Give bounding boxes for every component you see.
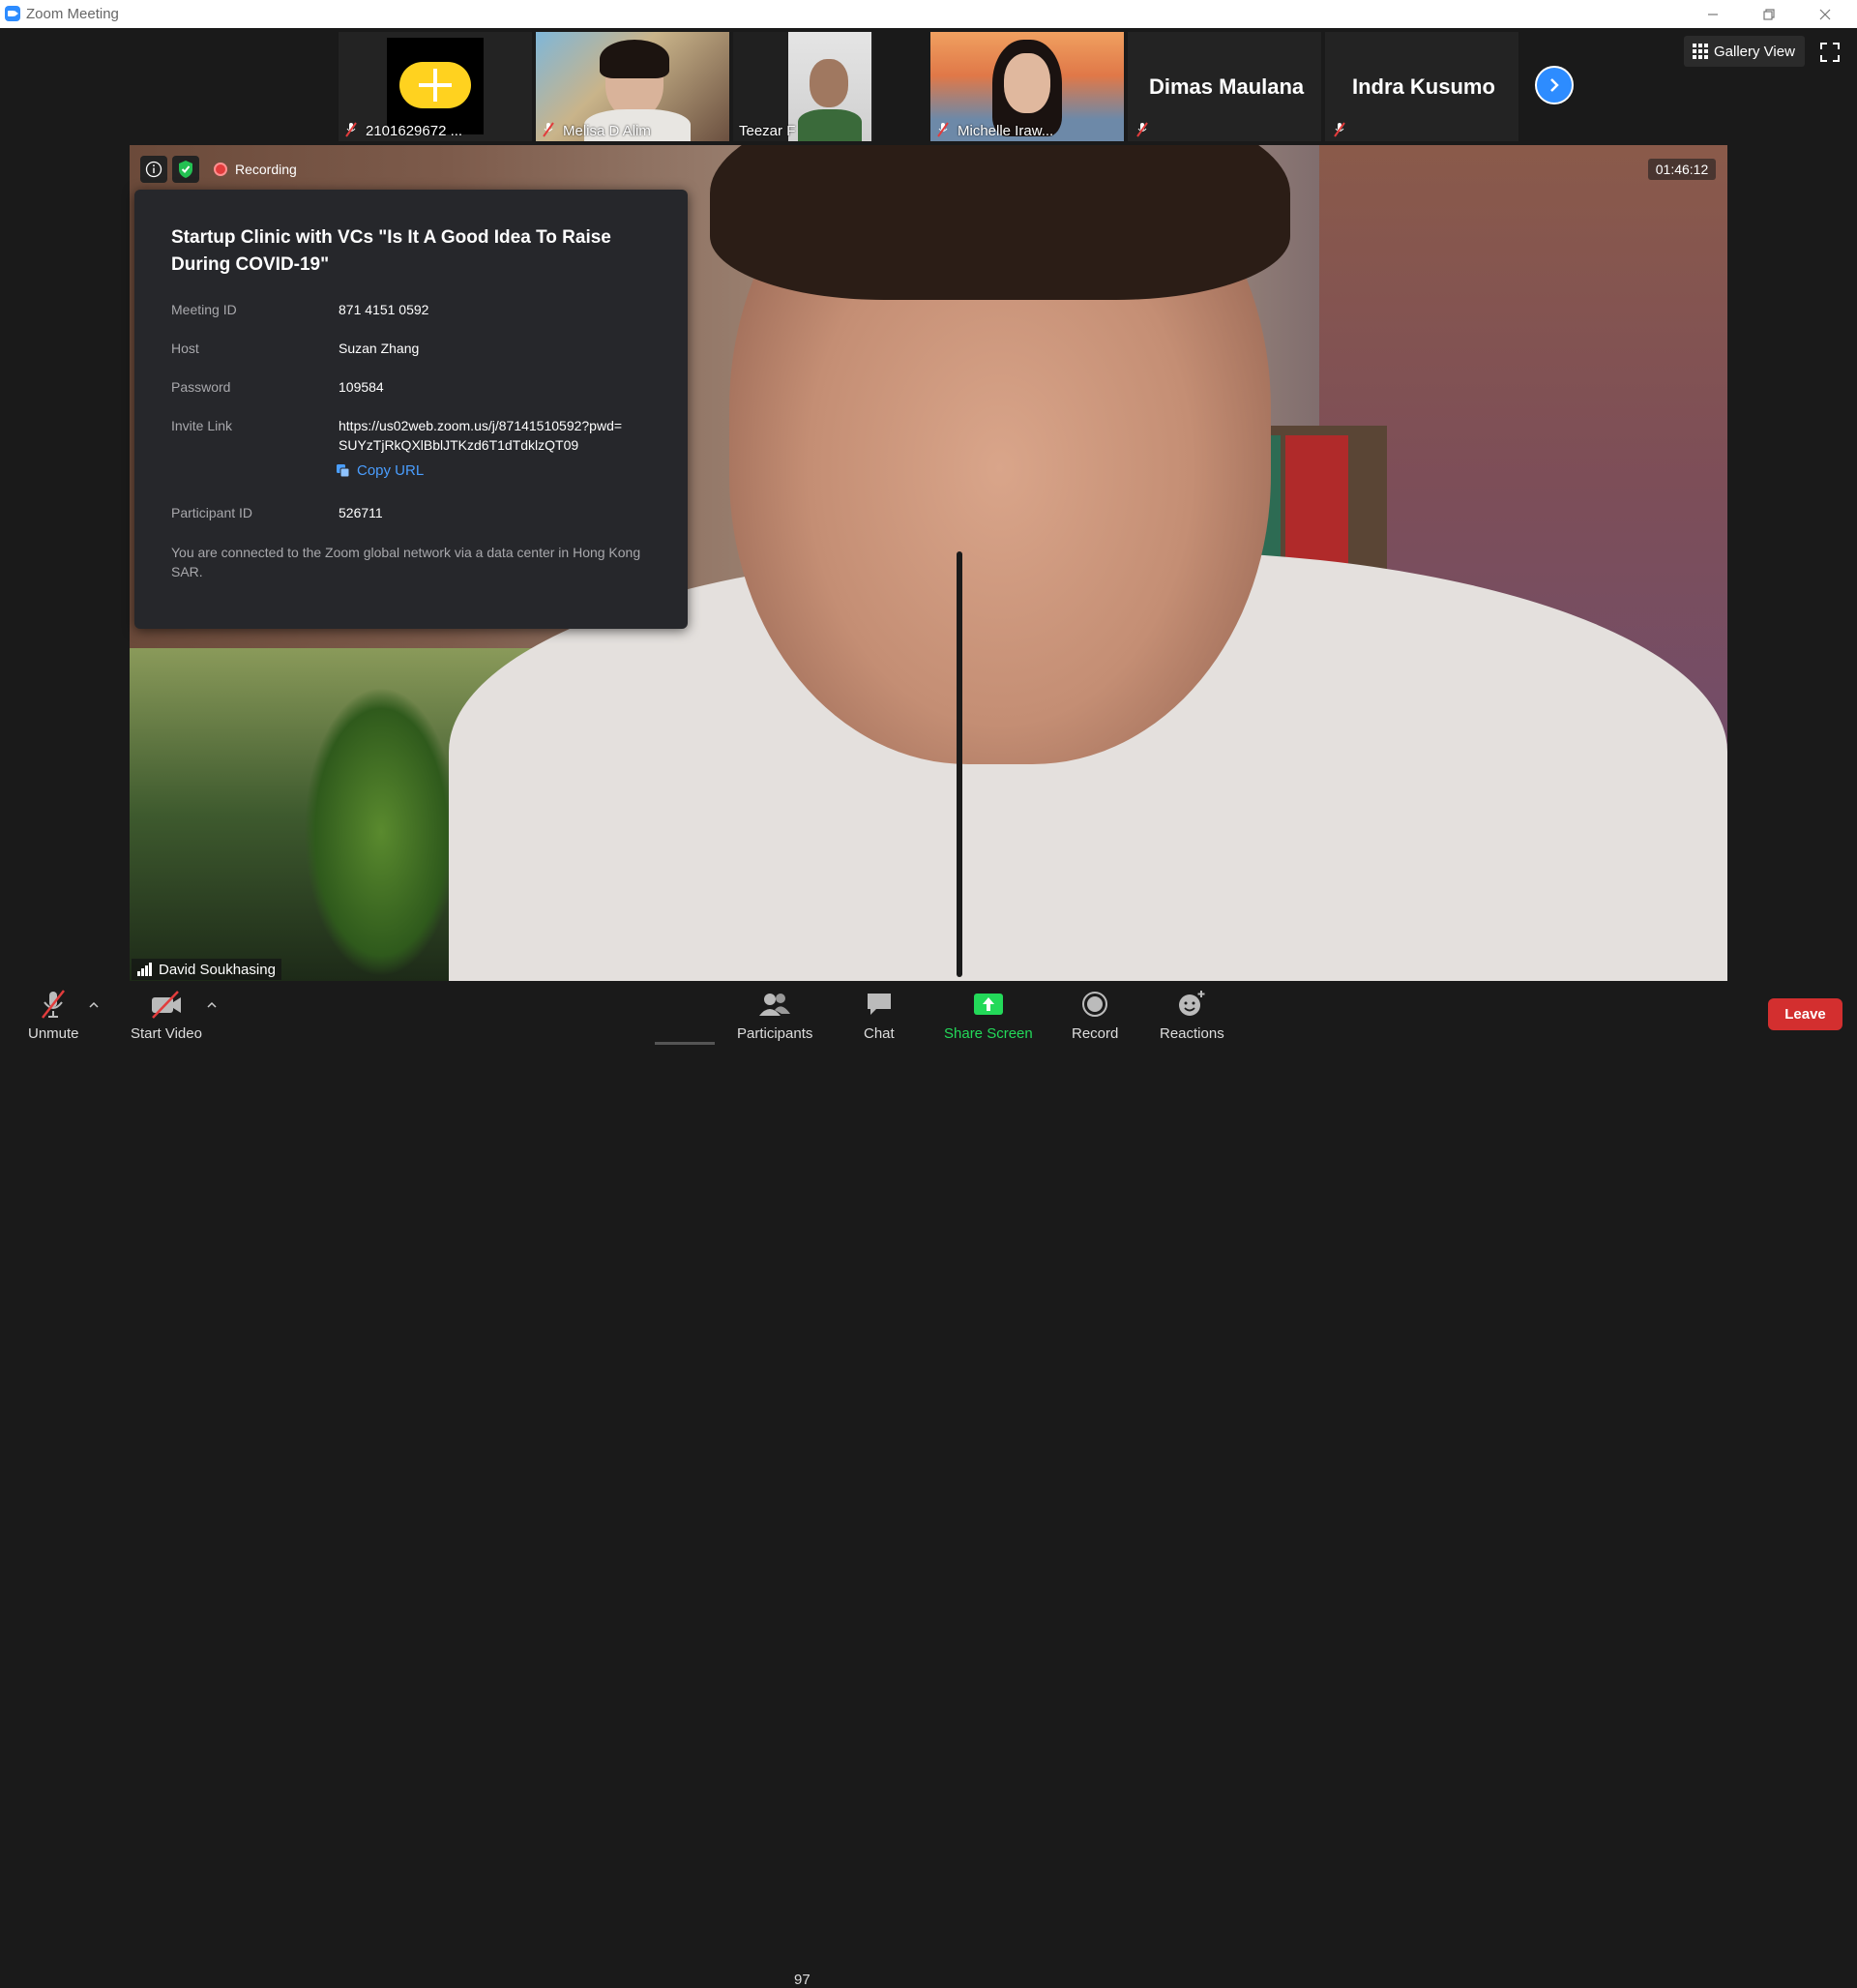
share-screen-button[interactable]: Share Screen	[944, 989, 1033, 1042]
unmute-button[interactable]: Unmute	[28, 989, 79, 1042]
participant-id-label: Participant ID	[171, 505, 253, 520]
participant-tile[interactable]: Melisa D Alim	[536, 32, 729, 141]
meeting-id-value: 871 4151 0592	[339, 302, 429, 317]
active-speaker-name: David Soukhasing	[159, 961, 276, 978]
invite-link-line1: https://us02web.zoom.us/j/87141510592?pw…	[339, 418, 623, 433]
participant-name: 2101629672 ...	[366, 123, 463, 139]
share-screen-icon	[973, 994, 1003, 1015]
participants-label: Participants	[737, 1025, 813, 1042]
mic-muted-icon	[345, 122, 357, 137]
chevron-up-icon[interactable]	[206, 1000, 218, 1010]
participant-tile[interactable]: 2101629672 ...	[339, 32, 532, 141]
participant-name: Teezar F	[739, 123, 796, 139]
chevron-up-icon[interactable]	[88, 1000, 100, 1010]
participant-id-value: 526711	[339, 505, 383, 520]
chevron-right-icon	[1550, 78, 1559, 92]
meeting-info-panel: Startup Clinic with VCs "Is It A Good Id…	[134, 190, 688, 629]
copy-url-button[interactable]: Copy URL	[336, 462, 424, 479]
mic-muted-icon	[42, 990, 66, 1019]
meeting-id-label: Meeting ID	[171, 302, 237, 317]
close-icon	[1819, 9, 1831, 19]
host-label: Host	[171, 341, 199, 356]
active-speaker-label: David Soukhasing	[132, 959, 281, 980]
gallery-view-button[interactable]: Gallery View	[1684, 36, 1805, 67]
recording-icon	[214, 163, 227, 176]
meeting-title: Startup Clinic with VCs "Is It A Good Id…	[171, 227, 611, 275]
participant-name: Indra Kusumo	[1352, 74, 1495, 99]
mic-muted-icon	[937, 122, 949, 137]
restore-icon	[1763, 8, 1775, 20]
meeting-info-button[interactable]	[140, 156, 167, 183]
security-button[interactable]	[172, 156, 199, 183]
unmute-label: Unmute	[28, 1025, 79, 1042]
reactions-label: Reactions	[1160, 1025, 1224, 1042]
shield-check-icon	[179, 161, 192, 178]
participant-tile[interactable]: Teezar F	[733, 32, 873, 141]
participants-button[interactable]: Participants	[737, 989, 812, 1042]
recording-label: Recording	[235, 162, 297, 177]
participant-tile[interactable]: Dimas Maulana	[1128, 32, 1321, 141]
copy-icon	[337, 463, 350, 477]
meeting-toolbar: Unmute Start Video Participants 97 Chat …	[0, 981, 1857, 1988]
window-title: Zoom Meeting	[26, 6, 119, 22]
meeting-status-bar: Recording	[140, 156, 297, 183]
title-bar: Zoom Meeting	[0, 0, 1857, 28]
password-label: Password	[171, 379, 231, 395]
video-off-icon	[151, 991, 181, 1019]
mic-muted-icon	[1334, 122, 1345, 137]
start-video-label: Start Video	[131, 1025, 202, 1042]
host-value: Suzan Zhang	[339, 341, 420, 356]
next-page-button[interactable]	[1535, 66, 1574, 104]
record-icon	[1082, 992, 1108, 1017]
network-note: You are connected to the Zoom global net…	[171, 545, 641, 579]
chat-icon	[867, 994, 891, 1015]
share-screen-label: Share Screen	[944, 1025, 1033, 1042]
grid-icon	[1693, 44, 1708, 59]
zoom-app-icon	[5, 6, 20, 21]
participant-avatar	[387, 38, 484, 134]
invite-link-line2: SUYzTjRkQXlBblJTKzd6T1dTdklzQT09	[339, 437, 579, 453]
copy-url-label: Copy URL	[357, 462, 425, 479]
gallery-view-label: Gallery View	[1714, 43, 1795, 60]
password-value: 109584	[339, 379, 384, 395]
restore-button[interactable]	[1741, 0, 1797, 28]
reactions-icon	[1179, 991, 1205, 1016]
start-video-button[interactable]: Start Video	[131, 989, 202, 1042]
record-button[interactable]: Record	[1072, 989, 1118, 1042]
invite-link-label: Invite Link	[171, 418, 233, 433]
participant-name: Dimas Maulana	[1149, 74, 1305, 99]
participant-strip: 2101629672 ... Melisa D Alim Teezar F Mi…	[0, 28, 1857, 145]
mic-muted-icon	[543, 122, 554, 137]
participants-count: 97	[794, 1972, 811, 1988]
participant-name: Michelle Iraw...	[958, 123, 1054, 139]
reactions-button[interactable]: Reactions	[1160, 989, 1224, 1042]
fullscreen-icon[interactable]	[1820, 43, 1840, 62]
participant-tile[interactable]: Indra Kusumo	[1325, 32, 1518, 141]
participant-tile[interactable]: Michelle Iraw...	[930, 32, 1124, 141]
leave-button[interactable]: Leave	[1768, 998, 1842, 1030]
chat-button[interactable]: Chat	[864, 989, 895, 1042]
chat-label: Chat	[864, 1025, 895, 1042]
minimize-button[interactable]	[1685, 0, 1741, 28]
mic-muted-icon	[1136, 122, 1148, 137]
meeting-timer: 01:46:12	[1648, 159, 1716, 180]
minimize-icon	[1708, 13, 1718, 15]
participant-name: Melisa D Alim	[563, 123, 651, 139]
record-label: Record	[1072, 1025, 1119, 1042]
participants-icon	[759, 994, 791, 1016]
info-icon	[145, 161, 162, 178]
close-button[interactable]	[1797, 0, 1853, 28]
signal-strength-icon	[137, 963, 153, 976]
